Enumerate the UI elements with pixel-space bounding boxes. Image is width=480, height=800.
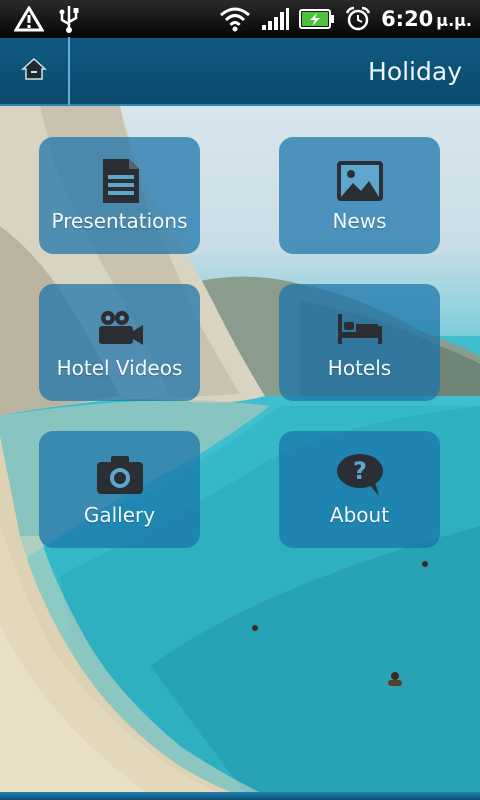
menu-tile-label: Hotels bbox=[327, 356, 392, 380]
battery-charging-icon bbox=[299, 8, 335, 30]
status-clock: 6:20 μ.μ. bbox=[381, 7, 472, 31]
menu-tile-label: About bbox=[329, 503, 390, 527]
bottom-strip bbox=[0, 792, 480, 800]
picture-icon bbox=[335, 157, 385, 205]
home-button[interactable] bbox=[0, 37, 70, 105]
menu-tile-label: News bbox=[332, 209, 387, 233]
signal-icon bbox=[261, 6, 290, 32]
usb-icon bbox=[58, 4, 80, 34]
menu-tile-hotel-videos[interactable]: Hotel Videos bbox=[39, 284, 200, 401]
page-title: Holiday bbox=[368, 56, 462, 86]
wifi-icon bbox=[219, 6, 251, 32]
menu-tile-label: Presentations bbox=[51, 209, 188, 233]
clock-time: 6:20 bbox=[381, 7, 434, 31]
clock-ampm: μ.μ. bbox=[436, 11, 472, 30]
home-icon bbox=[21, 57, 47, 85]
action-bar: Holiday bbox=[0, 37, 480, 106]
document-icon bbox=[99, 157, 141, 205]
menu-tile-label: Hotel Videos bbox=[56, 356, 183, 380]
status-bar: 6:20 μ.μ. bbox=[0, 0, 480, 38]
menu-tile-label: Gallery bbox=[83, 503, 156, 527]
bed-icon bbox=[336, 304, 384, 352]
alarm-icon bbox=[345, 6, 371, 32]
menu-tile-hotels[interactable]: Hotels bbox=[279, 284, 440, 401]
camera-icon bbox=[95, 451, 145, 499]
menu-tile-gallery[interactable]: Gallery bbox=[39, 431, 200, 548]
warning-icon bbox=[14, 6, 44, 32]
question-bubble-icon: ? bbox=[335, 451, 385, 499]
svg-text:?: ? bbox=[353, 457, 367, 485]
video-camera-icon bbox=[95, 304, 145, 352]
menu-tile-news[interactable]: News bbox=[279, 137, 440, 254]
menu-tile-about[interactable]: ? About bbox=[279, 431, 440, 548]
menu-tile-presentations[interactable]: Presentations bbox=[39, 137, 200, 254]
